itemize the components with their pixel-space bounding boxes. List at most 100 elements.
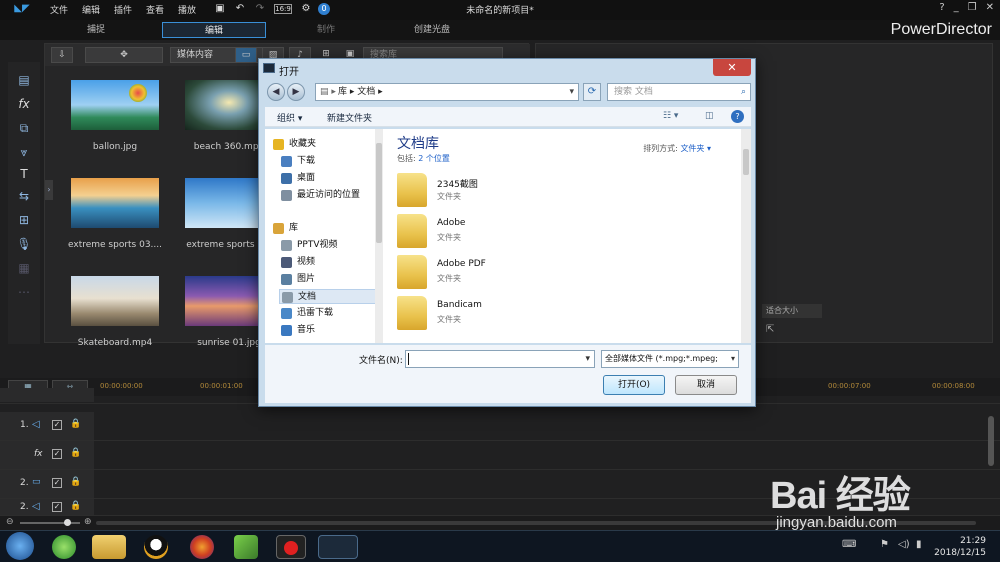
lock-icon[interactable]: 🔒 (70, 419, 81, 429)
menu-edit[interactable]: 编辑 (82, 3, 100, 16)
nav-item[interactable]: 文档 (279, 289, 379, 304)
folder-item[interactable]: Bandicam 文件夹 (397, 296, 597, 334)
view-options-icon[interactable]: ☷ ▾ (663, 111, 678, 121)
bandicam-icon[interactable] (276, 535, 306, 559)
tab-create-disc[interactable]: 创建光盘 (380, 22, 484, 38)
tab-edit[interactable]: 编辑 (162, 22, 266, 38)
nav-item[interactable]: 库 (271, 221, 371, 236)
nav-item[interactable]: PPTV视频 (279, 238, 379, 253)
nav-item[interactable]: 图片 (279, 272, 379, 287)
nav-item[interactable]: 最近访问的位置 (279, 188, 379, 203)
export-frame-icon[interactable]: ⇱ (766, 324, 774, 335)
chevron-down-icon[interactable]: ▾ (585, 351, 590, 367)
menu-plugins[interactable]: 插件 (114, 3, 132, 16)
includes-locations-link[interactable]: 2 个位置 (418, 154, 450, 163)
video-app-icon[interactable] (234, 535, 258, 559)
help-icon[interactable]: ? (939, 2, 944, 13)
organize-menu[interactable]: 组织 ▾ (277, 111, 302, 124)
browser-2345-icon[interactable] (52, 535, 76, 559)
pip-room-icon[interactable]: ⧉ (16, 120, 32, 136)
media-clip[interactable]: Skateboard.mp4 (71, 276, 183, 374)
settings-gear-icon[interactable]: ⚙ (300, 3, 312, 15)
library-expand-icon[interactable]: › (45, 180, 53, 200)
undo-icon[interactable]: ↶ (234, 3, 246, 15)
lock-icon[interactable]: 🔒 (70, 501, 81, 511)
firefox-icon[interactable] (190, 535, 214, 559)
media-clip[interactable]: extreme sports 03.... (68, 178, 183, 276)
zoom-slider[interactable] (20, 522, 80, 524)
arrange-by-select[interactable]: 文件夹 ▾ (680, 144, 711, 153)
transition-room-icon[interactable]: ⇆ (16, 188, 32, 204)
forward-icon[interactable]: ▶ (287, 83, 305, 101)
track-enable-checkbox[interactable]: ✓ (52, 478, 62, 488)
tray-keyboard-icon[interactable]: ⌨ (842, 539, 856, 550)
track-enable-checkbox[interactable]: ✓ (52, 449, 62, 459)
media-clip[interactable]: ballon.jpg (71, 80, 183, 178)
fx-room-icon[interactable]: fx (16, 96, 32, 112)
aspect-ratio-icon[interactable]: 16:9 (274, 4, 292, 14)
refresh-icon[interactable]: ⟳ (583, 83, 601, 101)
nav-item[interactable]: 迅雷下载 (279, 306, 379, 321)
restore-icon[interactable]: ❐ (968, 2, 977, 13)
menu-play[interactable]: 播放 (178, 3, 196, 16)
track-enable-checkbox[interactable]: ✓ (52, 420, 62, 430)
view-filmstrip-icon[interactable]: ▭ (235, 47, 257, 63)
audio-mix-icon[interactable]: ⊞ (16, 212, 32, 228)
save-icon[interactable]: ▣ (214, 3, 226, 15)
volume-icon[interactable]: ◁) (898, 539, 910, 550)
start-button-icon[interactable] (6, 532, 34, 560)
subtitle-room-icon[interactable]: ⋯ (16, 284, 32, 300)
file-type-select[interactable]: 全部媒体文件 (*.mpg;*.mpeg; ▾ (601, 350, 739, 368)
particle-room-icon[interactable]: ⩔ (16, 144, 32, 160)
voiceover-icon[interactable]: 🎙 (16, 236, 32, 252)
folder-item[interactable]: Adobe PDF 文件夹 (397, 255, 597, 293)
plugin-icon[interactable]: ✥ (85, 47, 163, 63)
filename-input[interactable]: ▾ (405, 350, 595, 368)
chevron-down-icon[interactable]: ▾ (569, 84, 574, 100)
chapter-room-icon[interactable]: ▦ (16, 260, 32, 276)
address-path[interactable]: ▤ ▸ 库 ▸ 文档 ▸ ▾ (315, 83, 579, 101)
menu-view[interactable]: 查看 (146, 3, 164, 16)
nav-scroll-thumb[interactable] (376, 143, 382, 243)
lock-icon[interactable]: 🔒 (70, 448, 81, 458)
nav-item[interactable]: 桌面 (279, 171, 379, 186)
cancel-button[interactable]: 取消 (675, 375, 737, 395)
taskbar-clock[interactable]: 21:29 2018/12/15 (934, 535, 986, 559)
track-enable-checkbox[interactable]: ✓ (52, 502, 62, 512)
nav-scrollbar[interactable] (375, 129, 383, 343)
network-icon[interactable]: ▮ (916, 539, 922, 550)
tray-flag-icon[interactable]: ⚑ (880, 539, 889, 550)
nav-item[interactable]: 音乐 (279, 323, 379, 338)
folder-item[interactable]: 2345截图 文件夹 (397, 173, 597, 211)
nav-item[interactable]: 收藏夹 (271, 137, 371, 152)
preview-pane-icon[interactable]: ◫ (705, 111, 714, 121)
close-icon[interactable]: ✕ (986, 2, 994, 13)
open-button[interactable]: 打开(O) (603, 375, 665, 395)
redo-icon[interactable]: ↷ (254, 3, 266, 15)
fit-size-select[interactable]: 适合大小 (762, 304, 822, 318)
nav-item[interactable]: 下载 (279, 154, 379, 169)
menu-file[interactable]: 文件 (50, 3, 68, 16)
import-media-icon[interactable]: ⇩ (51, 47, 73, 63)
powerdirector-task-icon[interactable] (318, 535, 358, 559)
back-icon[interactable]: ◀ (267, 83, 285, 101)
minimize-icon[interactable]: _ (954, 2, 959, 13)
folder-item[interactable]: Adobe 文件夹 (397, 214, 597, 252)
tab-capture[interactable]: 捕捉 (44, 22, 148, 38)
search-documents-input[interactable]: 搜索 文档 ⌕ (607, 83, 751, 101)
title-room-icon[interactable]: T (16, 166, 32, 182)
notification-icon[interactable]: 0 (318, 3, 330, 15)
lock-icon[interactable]: 🔒 (70, 477, 81, 487)
file-list-scrollbar[interactable] (741, 129, 751, 343)
media-room-icon[interactable]: ▤ (16, 72, 32, 88)
nav-item[interactable]: 视频 (279, 255, 379, 270)
zoom-out-icon[interactable]: ⊖ (6, 517, 14, 527)
new-folder-button[interactable]: 新建文件夹 (327, 111, 372, 124)
breadcrumb-documents[interactable]: 文档 (357, 87, 375, 97)
file-explorer-icon[interactable] (92, 535, 126, 559)
tab-produce[interactable]: 制作 (274, 22, 378, 38)
help-icon[interactable]: ? (731, 110, 744, 123)
zoom-slider-handle[interactable] (64, 519, 71, 526)
dialog-close-button[interactable]: ✕ (713, 59, 751, 76)
qq-icon[interactable] (144, 535, 168, 559)
